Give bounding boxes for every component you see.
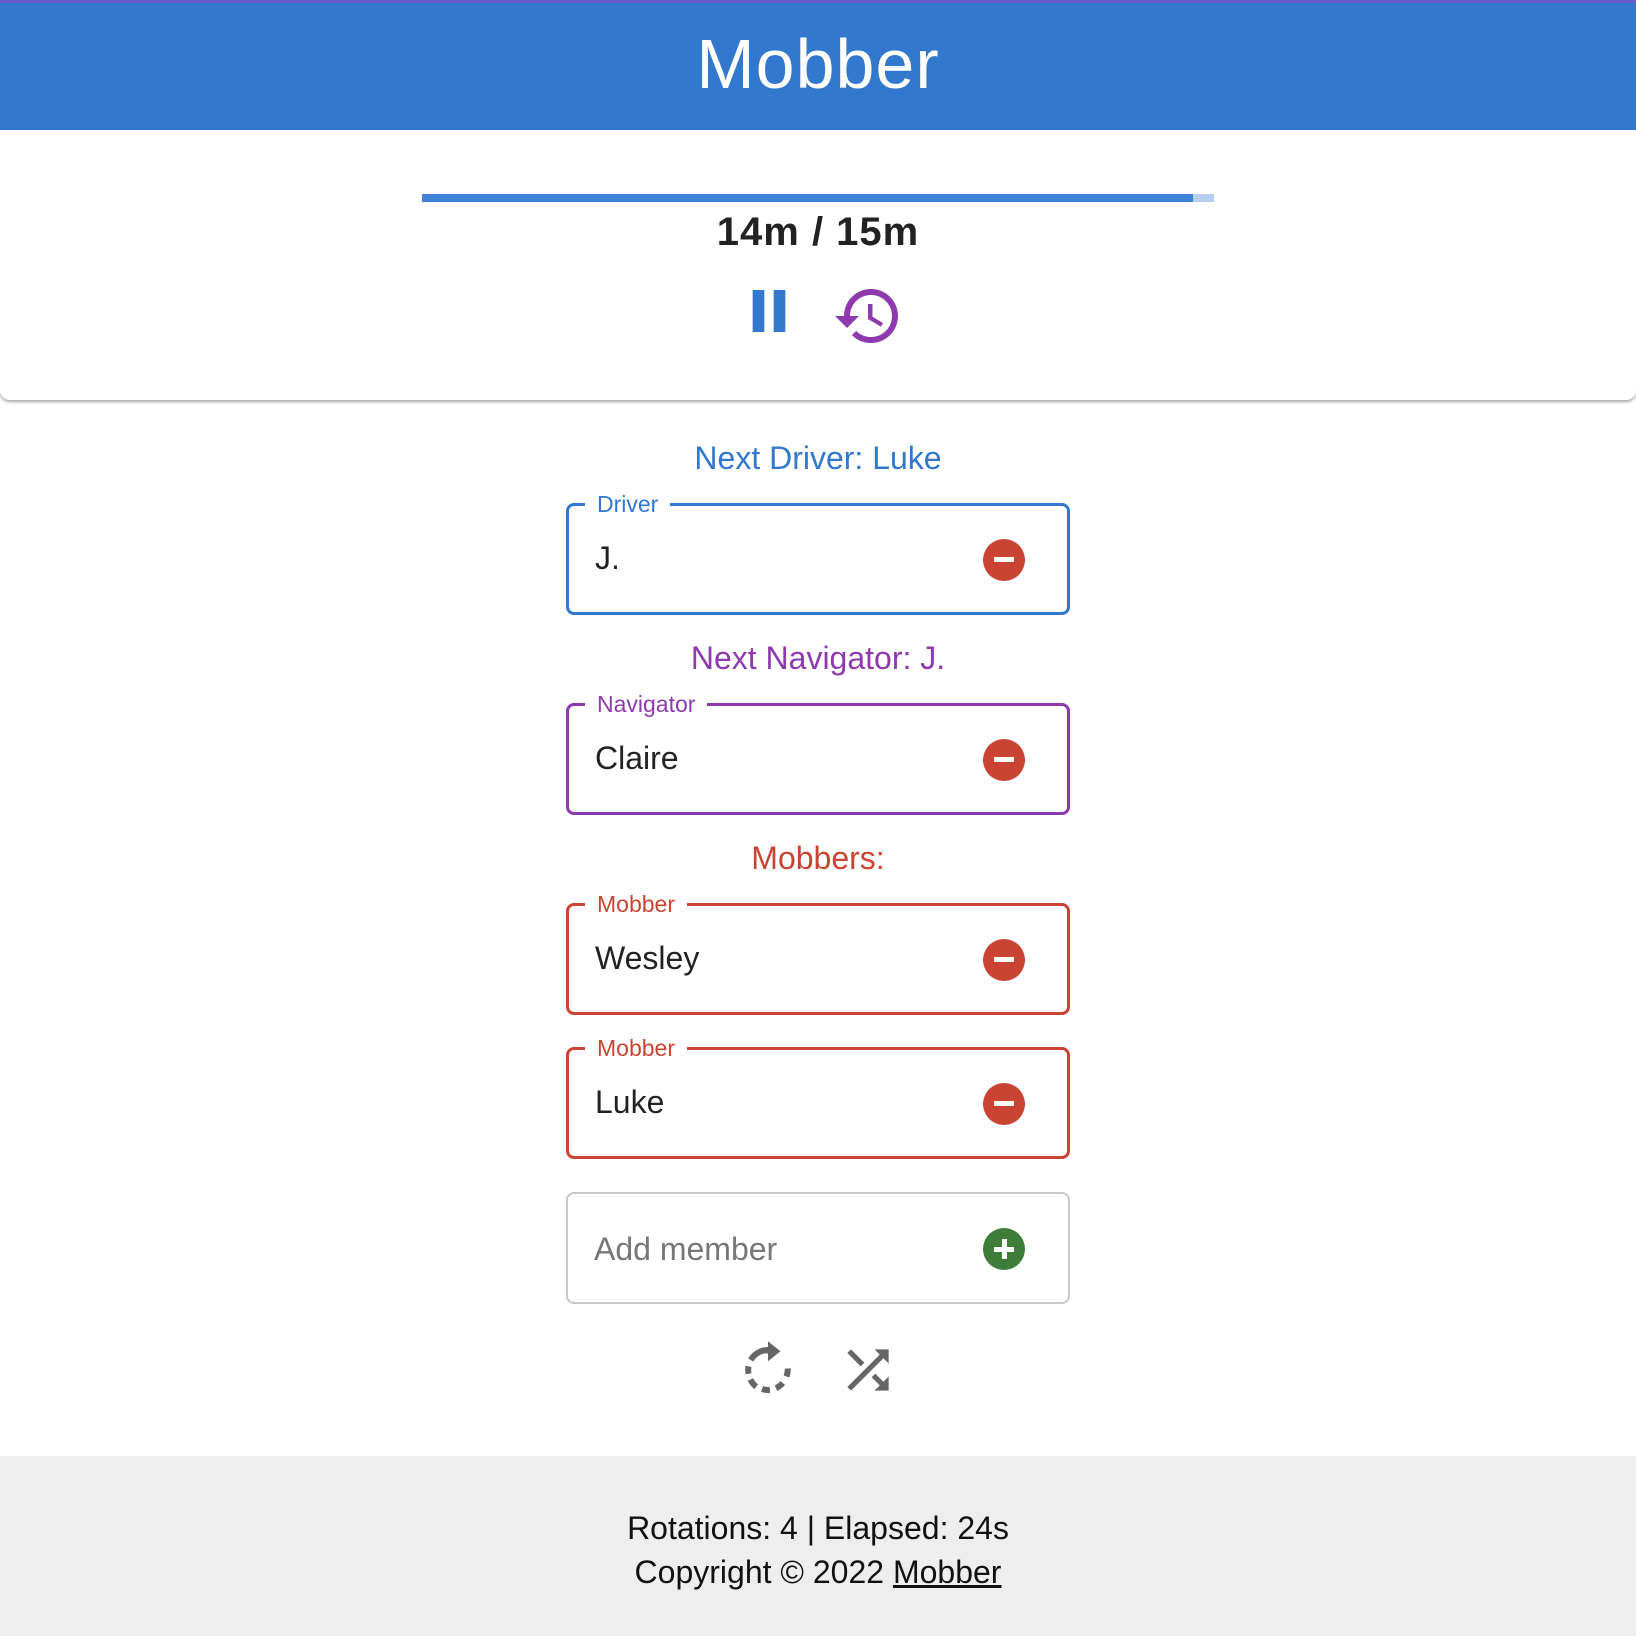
navigator-legend: Navigator: [585, 690, 708, 718]
mobber-legend: Mobber: [585, 1034, 687, 1062]
history-icon: [835, 289, 898, 344]
app-title: Mobber: [696, 24, 940, 103]
pause-button[interactable]: [734, 276, 804, 346]
navigator-field: Navigator Claire: [566, 690, 1070, 815]
app-bar: Mobber: [0, 0, 1636, 130]
restart-timer-button[interactable]: [832, 280, 904, 352]
mobber-field: Mobber Luke: [566, 1034, 1070, 1159]
remove-driver-button[interactable]: [983, 539, 1025, 581]
copyright-text: Copyright © 2022: [634, 1554, 893, 1590]
pause-icon: [752, 290, 786, 332]
footer: Rotations: 4 | Elapsed: 24s Copyright © …: [0, 1456, 1636, 1636]
driver-legend: Driver: [585, 490, 671, 518]
next-navigator-label: Next Navigator: J.: [690, 640, 946, 676]
navigator-name[interactable]: Claire: [595, 740, 679, 777]
timer-text: 14m / 15m: [716, 210, 920, 254]
mobber-name[interactable]: Wesley: [595, 940, 699, 977]
next-driver-label: Next Driver: Luke: [694, 440, 942, 476]
rotate-icon: [745, 1341, 791, 1394]
timer-progress-bar: [422, 194, 1214, 202]
driver-field: Driver J.: [566, 490, 1070, 615]
mobber-link[interactable]: Mobber: [893, 1554, 1002, 1590]
remove-mobber-button[interactable]: [983, 939, 1025, 981]
mobbers-heading: Mobbers:: [751, 840, 885, 876]
mobber-name[interactable]: Luke: [595, 1084, 664, 1121]
shuffle-button[interactable]: [834, 1336, 902, 1404]
timer-progress-fill: [422, 194, 1193, 202]
timer-card: 14m / 15m: [0, 130, 1636, 400]
add-member-field: [566, 1192, 1070, 1304]
mobber-legend: Mobber: [585, 890, 687, 918]
copyright-line: Copyright © 2022 Mobber: [0, 1554, 1636, 1591]
remove-mobber-button[interactable]: [983, 1083, 1025, 1125]
mobber-field: Mobber Wesley: [566, 890, 1070, 1015]
shuffle-icon: [847, 1349, 889, 1391]
add-member-button[interactable]: [983, 1228, 1025, 1270]
add-member-input[interactable]: [594, 1224, 954, 1274]
rotation-stats: Rotations: 4 | Elapsed: 24s: [627, 1510, 1009, 1546]
rotate-button[interactable]: [734, 1336, 802, 1404]
driver-name[interactable]: J.: [595, 540, 620, 577]
remove-navigator-button[interactable]: [983, 739, 1025, 781]
